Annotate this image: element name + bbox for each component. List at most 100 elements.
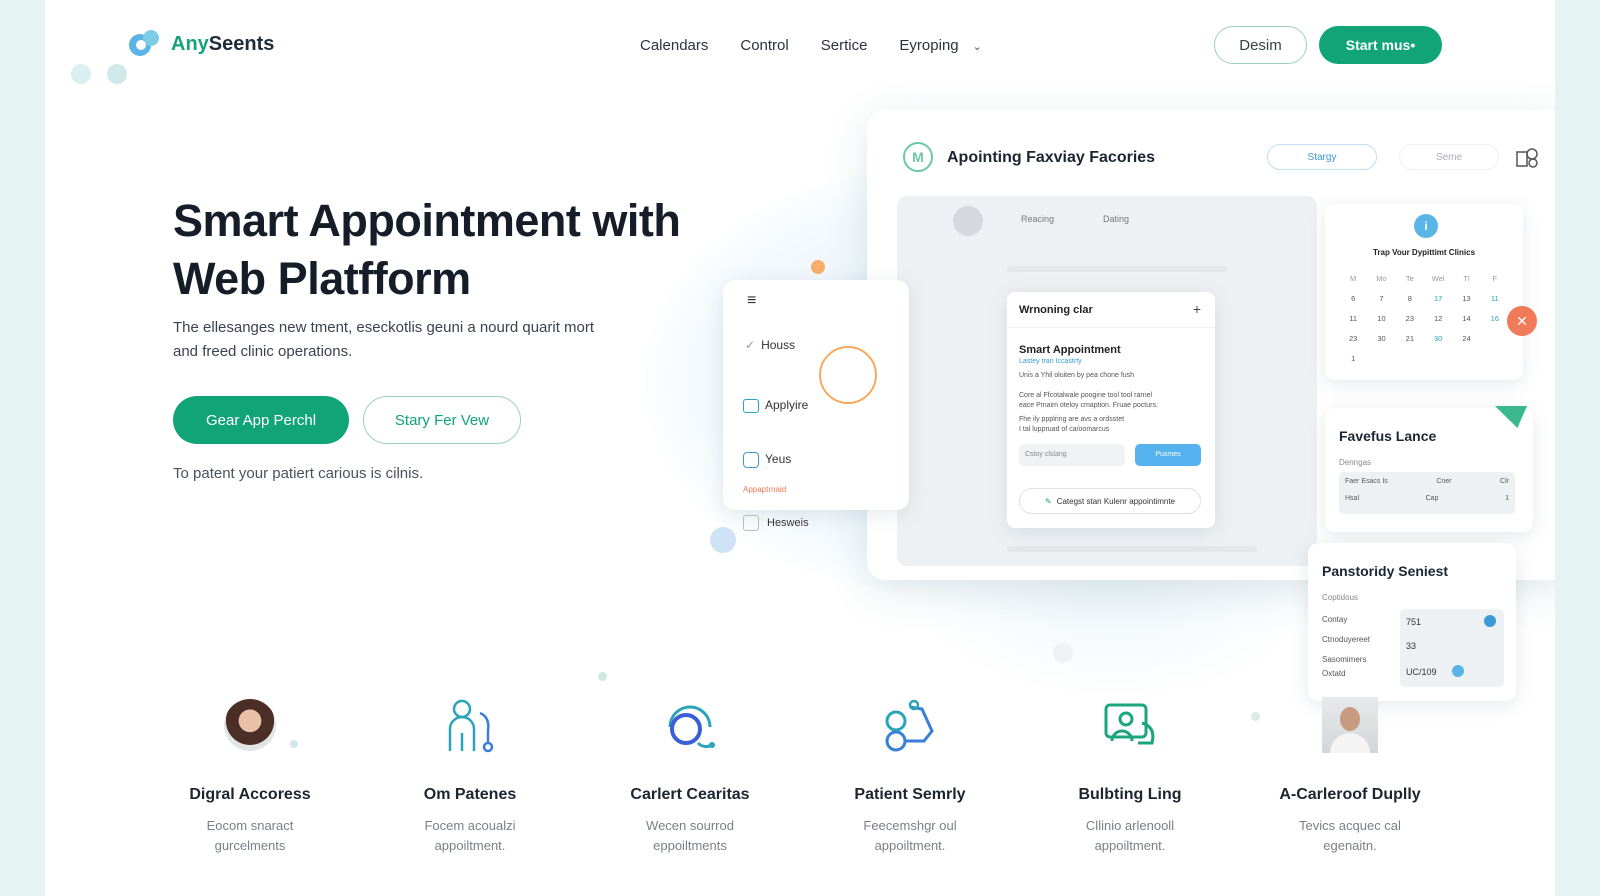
chat-person-icon (1020, 690, 1240, 760)
calendar-date (1367, 354, 1395, 363)
brand-logo[interactable]: AnySeents (127, 26, 274, 62)
headset-icon (580, 690, 800, 760)
robot-link-icon (800, 690, 1020, 760)
desim-button[interactable]: Desim (1214, 26, 1307, 64)
menu-item-yeus[interactable]: Yeus (743, 452, 791, 468)
stats-row-label: Contay (1322, 615, 1348, 624)
calendar-day-header: M (1350, 274, 1357, 283)
calendar-date[interactable]: 21 (1396, 334, 1424, 343)
calendar-date[interactable]: 30 (1367, 334, 1395, 343)
calendar-date[interactable]: 24 (1452, 334, 1480, 343)
stats-row-label: Sasomimers (1322, 655, 1367, 664)
calendar-day-header: Tl (1463, 274, 1470, 283)
menu-item-label: Houss (761, 338, 796, 352)
feature-title: Carlert Cearitas (630, 786, 750, 803)
hero-note: To patent your patiert carious is cilnis… (173, 465, 424, 482)
appointment-line: Unis a Yhil oluiten by pea chone fush (1019, 372, 1135, 379)
dashboard-pill-primary[interactable]: Stargy (1267, 144, 1377, 170)
calendar-date[interactable]: 12 (1424, 314, 1452, 323)
calendar-date[interactable]: 1 (1339, 354, 1367, 363)
appointment-input[interactable]: Cstoy clslang (1019, 444, 1125, 466)
start-button[interactable]: Start mus• (1319, 26, 1442, 64)
calendar-day-header: Te (1405, 274, 1414, 283)
nav-link-control[interactable]: Control (740, 37, 788, 54)
hero-primary-cta[interactable]: Gear App Perchl (173, 396, 349, 444)
calendar-date[interactable]: 7 (1367, 294, 1395, 303)
appointment-line: Core al Ffcotalwale poogine tool tool ra… (1019, 392, 1153, 399)
calendar-date (1481, 334, 1509, 343)
landing-page: AnySeents Calendars Control Sertice Eyro… (45, 0, 1555, 896)
feature-desc: Focem acoualzi appoiltment. (424, 818, 516, 853)
decor-dot (1053, 643, 1073, 663)
calendar-date[interactable]: 23 (1396, 314, 1424, 323)
calendar-date[interactable]: 10 (1367, 314, 1395, 323)
stats-dot-icon (1484, 615, 1496, 627)
stats-value: UC/109 (1406, 667, 1437, 677)
feature-card[interactable]: Patient Semrly Feecemshgr oul appoiltment… (800, 690, 1020, 856)
decor-dot (107, 64, 127, 84)
calendar-day-header: F (1492, 274, 1498, 283)
stats-value: 33 (1406, 641, 1417, 651)
logo-icon (127, 26, 163, 62)
stats-row-label: Ctnoduyereet (1322, 635, 1371, 644)
favorites-cell: Hsal (1345, 495, 1360, 502)
calendar-date (1396, 354, 1424, 363)
calendar-title: Trap Vour Dypittimt Clinics (1372, 248, 1476, 257)
tab-reacing[interactable]: Reacing (1021, 214, 1054, 224)
feature-title: Digral Accoress (189, 786, 311, 803)
feature-card[interactable]: Bulbting Ling Cllinio arlenooll appoiltme… (1020, 690, 1240, 856)
calendar-date[interactable]: 17 (1424, 294, 1452, 303)
hero-secondary-cta[interactable]: Stary Fer Vew (363, 396, 521, 444)
placeholder-bar (1007, 266, 1227, 272)
close-icon[interactable]: ✕ (1507, 306, 1537, 336)
calendar-date[interactable]: 6 (1339, 294, 1367, 303)
calendar-date[interactable]: 14 (1452, 314, 1480, 323)
menu-item-applyire[interactable]: Applyire (743, 398, 808, 413)
add-icon[interactable]: + (1193, 301, 1201, 317)
stats-dot-icon (1452, 665, 1464, 677)
accent-ring-icon (819, 346, 877, 404)
menu-icon[interactable]: ≡ (747, 292, 756, 310)
settings-grid-icon[interactable] (1515, 144, 1541, 170)
nav-link-calendars[interactable]: Calendars (640, 37, 708, 54)
calendar-date[interactable]: 23 (1339, 334, 1367, 343)
avatar (140, 690, 360, 760)
calendar-day-header: Mo (1376, 274, 1387, 283)
avatar (1240, 690, 1460, 760)
placeholder-bar (1007, 546, 1257, 552)
dashboard-pill-secondary[interactable]: Seme (1399, 144, 1499, 170)
feature-desc: Feecemshgr oul appoiltment. (863, 818, 957, 853)
edit-icon: ✎ (1045, 496, 1052, 506)
chevron-down-icon: ⌄ (972, 41, 982, 53)
appointment-card-header-label: Wrnoning clar (1019, 304, 1093, 316)
features-row: Digral Accoress Eocom snaract gurcelments… (140, 690, 1460, 856)
calendar-date[interactable]: 8 (1396, 294, 1424, 303)
appointment-title: Smart Appointment (1019, 344, 1121, 356)
calendar-card: i Trap Vour Dypittimt Clinics M Mo Te Wel Tl… (1325, 204, 1523, 380)
calendar-date[interactable]: 30 (1424, 334, 1452, 343)
calendar-date[interactable]: 11 (1481, 294, 1509, 303)
dashboard-body: Reacing Dating Wrnoning clar + Smart App… (897, 196, 1317, 566)
appointment-input-button[interactable]: Pusmes (1135, 444, 1201, 466)
feature-card[interactable]: Om Patenes Focem acoualzi appoiltment. (360, 690, 580, 856)
menu-accent-label: Appaptrnaid (743, 485, 787, 494)
feature-card[interactable]: A-Carleroof Duplly Tevics acquec cal egen… (1240, 690, 1460, 856)
stats-label: Coptidous (1322, 593, 1359, 602)
nav-link-service[interactable]: Sertice (821, 37, 868, 54)
favorites-card: Favefus Lance Denngas Faer Esacs Is Cner C… (1325, 406, 1533, 532)
menu-item-hesweis[interactable]: Hesweis (743, 515, 809, 531)
appointment-card-header: Wrnoning clar + (1007, 292, 1215, 328)
nav-link-exploring[interactable]: Eyroping ⌄ (899, 37, 981, 54)
feature-card[interactable]: Digral Accoress Eocom snaract gurcelments (140, 690, 360, 856)
calendar-date[interactable]: 11 (1339, 314, 1367, 323)
feature-card[interactable]: Carlert Cearitas Wecen sourrod eppoiltmen… (580, 690, 800, 856)
appointment-action-button[interactable]: ✎ Categst stan Kulenr appointimnte (1019, 488, 1201, 514)
tab-dating[interactable]: Dating (1103, 214, 1129, 224)
decor-dot (811, 260, 825, 274)
feature-desc: Eocom snaract gurcelments (206, 818, 294, 853)
calendar-date[interactable]: 13 (1452, 294, 1480, 303)
calendar-date[interactable]: 16 (1481, 314, 1509, 323)
feature-desc: Wecen sourrod eppoiltments (646, 818, 734, 853)
calendar-grid: M Mo Te Wel Tl F 6 7 8 17 13 11 11 10 23 12 14 16 23 30 21 30… (1339, 274, 1509, 363)
menu-item-houss[interactable]: ✓ Houss (745, 338, 795, 352)
